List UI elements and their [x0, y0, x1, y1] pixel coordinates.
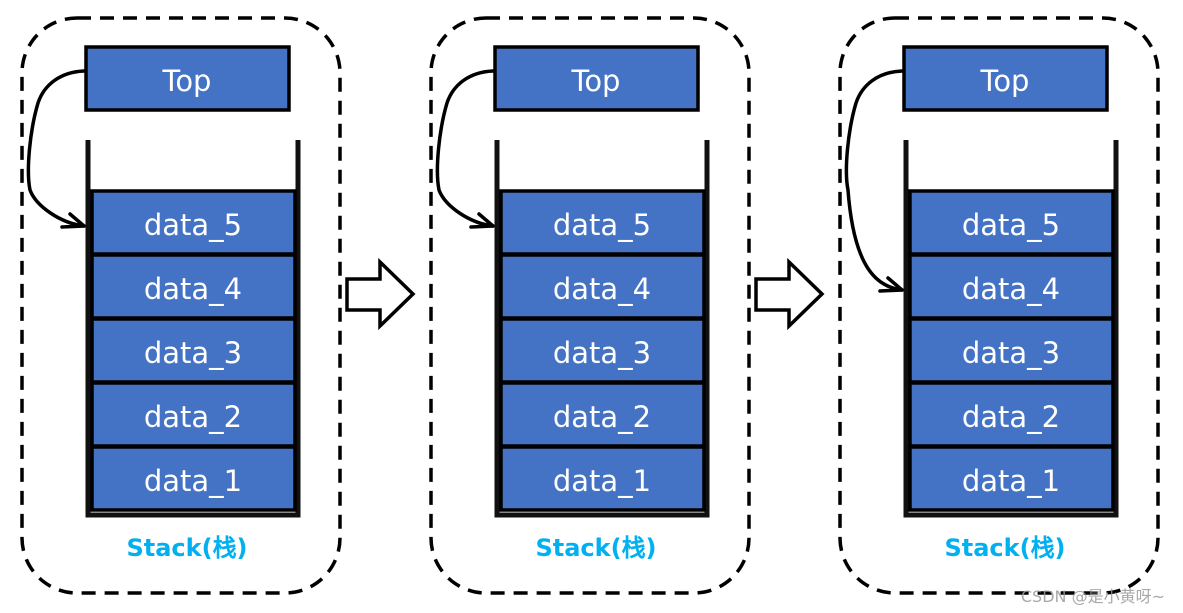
- pointer-arrow: [26, 69, 86, 228]
- stack-label: Stack(栈): [944, 534, 1065, 562]
- pointer-arrow: [844, 69, 904, 292]
- watermark: CSDN @是小黄呀~: [1020, 587, 1165, 606]
- top-label: Top: [571, 64, 621, 98]
- stack-cell-label: data_4: [144, 272, 242, 306]
- stack-cell-label: data_2: [553, 400, 651, 434]
- top-label: Top: [162, 64, 212, 98]
- stack-cell-label: data_1: [144, 464, 242, 498]
- stack-cell-label: data_4: [962, 272, 1060, 306]
- stack-cell-label: data_4: [553, 272, 651, 306]
- stack-cell-label: data_5: [962, 208, 1060, 242]
- stack-label: Stack(栈): [535, 534, 656, 562]
- stack-cell-label: data_3: [553, 336, 651, 370]
- stack-cell-label: data_3: [144, 336, 242, 370]
- stack-cell-label: data_5: [144, 208, 242, 242]
- stack-cell-label: data_3: [962, 336, 1060, 370]
- stack-panel: Top data_5 data_4 data_3 data_2 data_1 Stack(栈…: [838, 16, 1160, 595]
- stack-cell-label: data_2: [144, 400, 242, 434]
- stack-cell-label: data_1: [962, 464, 1060, 498]
- stack-cell-label: data_5: [553, 208, 651, 242]
- right-arrow-icon: [345, 257, 416, 331]
- stack-panel: Top data_5 data_4 data_3 data_2 data_1 Stack(栈…: [20, 16, 342, 595]
- top-label: Top: [980, 64, 1030, 98]
- stack-cell-label: data_1: [553, 464, 651, 498]
- stack-panel: Top data_5 data_4 data_3 data_2 data_1 Stack(栈…: [429, 16, 751, 595]
- stack-diagram: Top data_5 data_4 data_3 data_2 data_1 Stack(栈…: [20, 16, 1160, 595]
- stack-label: Stack(栈): [126, 534, 247, 562]
- stack-cell-label: data_2: [962, 400, 1060, 434]
- pointer-arrow: [435, 69, 495, 228]
- right-arrow-icon: [754, 257, 825, 331]
